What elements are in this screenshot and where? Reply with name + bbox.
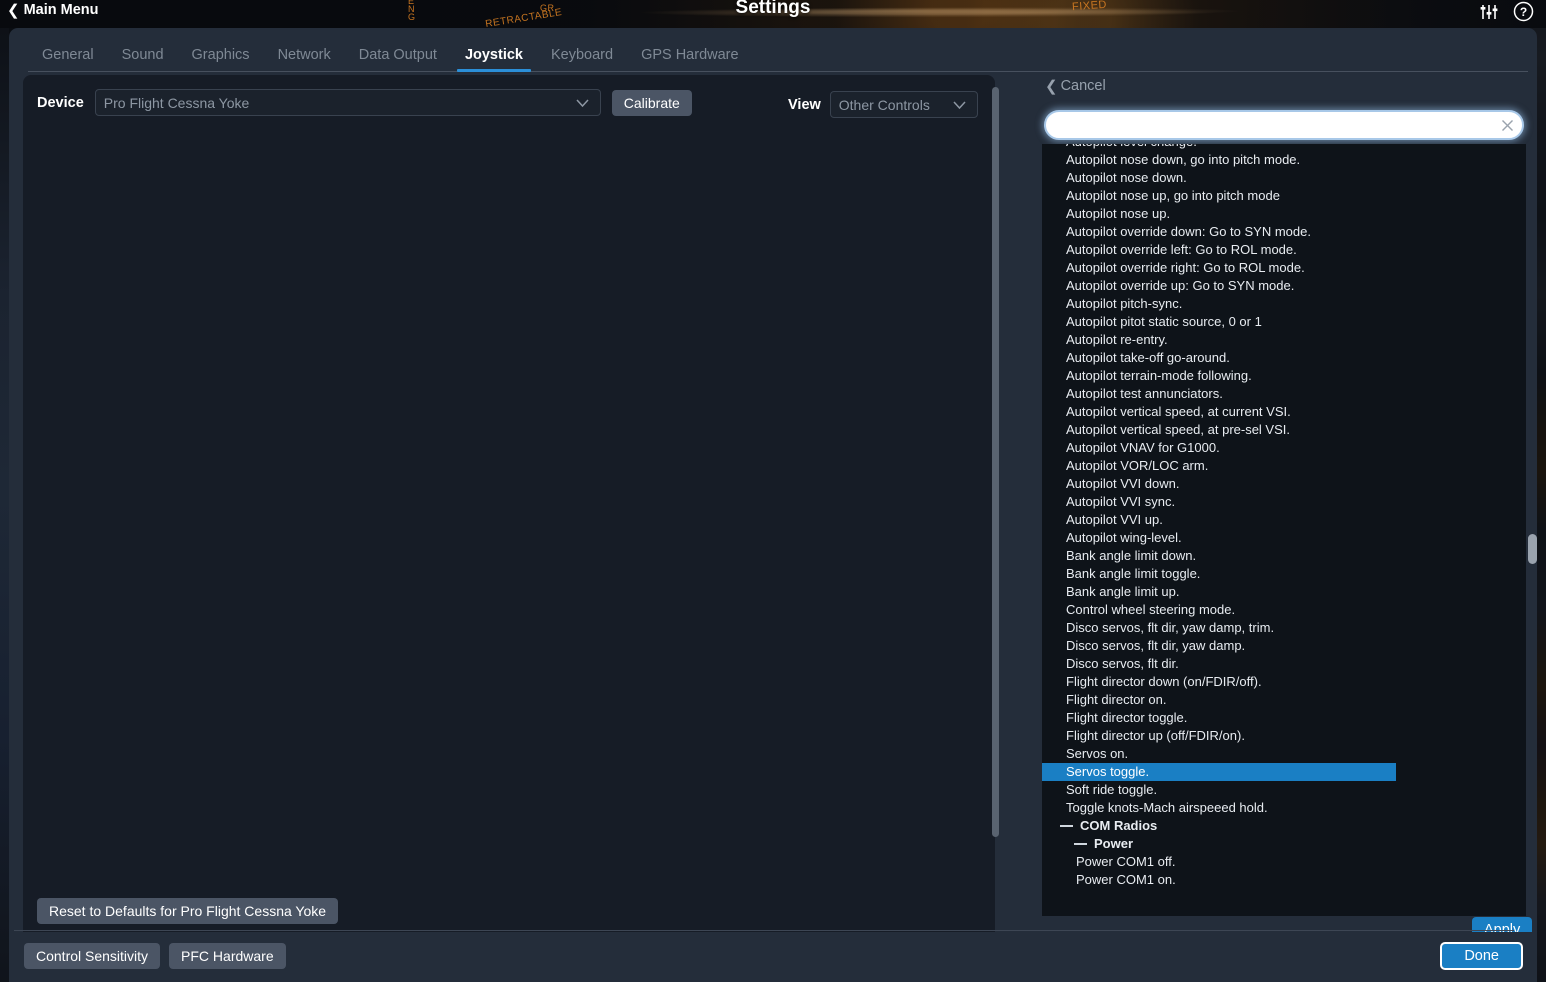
close-x-icon[interactable]: [1492, 117, 1522, 134]
tab-network[interactable]: Network: [264, 47, 345, 71]
bottom-bar: Control Sensitivity PFC Hardware Done: [9, 932, 1537, 982]
device-row: Device Pro Flight Cessna Yoke Calibrate: [37, 89, 692, 116]
device-dropdown[interactable]: Pro Flight Cessna Yoke: [94, 89, 601, 116]
sliders-icon[interactable]: [1479, 2, 1499, 22]
command-list-item[interactable]: Flight director toggle.: [1042, 709, 1526, 727]
command-list-item[interactable]: Autopilot test annunciators.: [1042, 385, 1526, 403]
cancel-label: Cancel: [1060, 78, 1106, 94]
command-list-item[interactable]: Autopilot nose down, go into pitch mode.: [1042, 151, 1526, 169]
command-list-item[interactable]: Disco servos, flt dir, yaw damp.: [1042, 637, 1526, 655]
command-list-item[interactable]: Autopilot nose up, go into pitch mode: [1042, 187, 1526, 205]
command-list-item[interactable]: Autopilot VVI sync.: [1042, 493, 1526, 511]
command-list-scrollbar[interactable]: [1527, 144, 1537, 916]
command-group-label: COM Radios: [1080, 818, 1158, 833]
command-list-item[interactable]: Autopilot nose up.: [1042, 205, 1526, 223]
command-list-item[interactable]: Servos on.: [1042, 745, 1526, 763]
command-list-inner: Autopilot level change.Autopilot nose do…: [1042, 144, 1526, 889]
command-list-item[interactable]: Autopilot level change.: [1042, 144, 1526, 151]
group-dash-icon: [1060, 825, 1073, 827]
command-list-item[interactable]: Bank angle limit up.: [1042, 583, 1526, 601]
command-picker: ❮ Cancel Autopilot level change.Autopilo…: [1025, 28, 1537, 966]
device-label: Device: [37, 94, 84, 111]
command-list-scrollbar-thumb[interactable]: [1528, 534, 1537, 564]
command-list-item[interactable]: Disco servos, flt dir, yaw damp, trim.: [1042, 619, 1526, 637]
view-dropdown[interactable]: Other Controls: [829, 91, 978, 118]
bottom-button-group: Control Sensitivity PFC Hardware: [24, 943, 286, 969]
chevron-down-icon: [951, 96, 968, 116]
command-list-item[interactable]: Flight director up (off/FDIR/on).: [1042, 727, 1526, 745]
command-list-item[interactable]: Autopilot wing-level.: [1042, 529, 1526, 547]
command-list-item[interactable]: Autopilot override down: Go to SYN mode.: [1042, 223, 1526, 241]
settings-panel: General Sound Graphics Network Data Outp…: [9, 28, 1537, 966]
command-list-item[interactable]: Autopilot pitch-sync.: [1042, 295, 1526, 313]
device-dropdown-value: Pro Flight Cessna Yoke: [103, 94, 250, 111]
calibrate-button[interactable]: Calibrate: [611, 89, 692, 116]
command-list-item[interactable]: Autopilot terrain-mode following.: [1042, 367, 1526, 385]
background-left-sliver: [0, 0, 9, 982]
command-list-item[interactable]: Autopilot VVI down.: [1042, 475, 1526, 493]
reset-to-defaults-button[interactable]: Reset to Defaults for Pro Flight Cessna …: [37, 898, 339, 924]
chevron-down-icon: [574, 94, 591, 114]
search-input[interactable]: [1046, 112, 1492, 138]
command-group-header[interactable]: COM Radios: [1042, 817, 1526, 835]
command-list-item[interactable]: Power COM1 on.: [1042, 871, 1526, 889]
command-list-item[interactable]: Autopilot pitot static source, 0 or 1: [1042, 313, 1526, 331]
title-bar: RETRACTABLE FIXED E N G GR ❮ Main Menu S…: [0, 0, 1546, 30]
command-search-field[interactable]: [1044, 110, 1524, 140]
tab-keyboard[interactable]: Keyboard: [537, 47, 627, 71]
command-list-item[interactable]: Control wheel steering mode.: [1042, 601, 1526, 619]
command-list-item-selected[interactable]: Servos toggle.: [1042, 763, 1396, 781]
joystick-settings-card: Device Pro Flight Cessna Yoke Calibrate …: [23, 75, 995, 946]
command-list-item[interactable]: Autopilot vertical speed, at current VSI…: [1042, 403, 1526, 421]
group-dash-icon: [1074, 843, 1087, 845]
done-button[interactable]: Done: [1440, 942, 1523, 970]
command-list-item[interactable]: Autopilot VVI up.: [1042, 511, 1526, 529]
tab-sound[interactable]: Sound: [108, 47, 178, 71]
page-title: Settings: [735, 0, 811, 18]
bottom-divider: [14, 930, 1514, 931]
settings-scrollbar[interactable]: [991, 80, 1000, 940]
help-circle-icon[interactable]: ?: [1513, 1, 1534, 22]
command-list-item[interactable]: Autopilot VNAV for G1000.: [1042, 439, 1526, 457]
command-list-item[interactable]: Autopilot override right: Go to ROL mode…: [1042, 259, 1526, 277]
command-list-item[interactable]: Autopilot override up: Go to SYN mode.: [1042, 277, 1526, 295]
tab-general[interactable]: General: [28, 47, 108, 71]
command-list-item[interactable]: Autopilot override left: Go to ROL mode.: [1042, 241, 1526, 259]
chevron-left-icon: ❮: [1045, 77, 1058, 95]
control-sensitivity-button[interactable]: Control Sensitivity: [24, 943, 161, 969]
cancel-button[interactable]: ❮ Cancel: [1045, 78, 1106, 94]
settings-scrollbar-thumb[interactable]: [992, 87, 999, 837]
top-icon-group: ?: [1479, 1, 1534, 22]
command-subgroup-label: Power: [1094, 836, 1134, 851]
tab-joystick[interactable]: Joystick: [451, 47, 537, 72]
command-list-item[interactable]: Autopilot VOR/LOC arm.: [1042, 457, 1526, 475]
command-list-item[interactable]: Power COM1 off.: [1042, 853, 1526, 871]
pfc-hardware-button[interactable]: PFC Hardware: [169, 943, 286, 969]
view-row: View Other Controls: [788, 91, 978, 118]
command-list-item[interactable]: Autopilot take-off go-around.: [1042, 349, 1526, 367]
command-list-item[interactable]: Toggle knots-Mach airspeeed hold.: [1042, 799, 1526, 817]
command-list-item[interactable]: Bank angle limit down.: [1042, 547, 1526, 565]
command-list-item[interactable]: Flight director on.: [1042, 691, 1526, 709]
command-list-item[interactable]: Disco servos, flt dir.: [1042, 655, 1526, 673]
command-list-item[interactable]: Autopilot re-entry.: [1042, 331, 1526, 349]
svg-text:?: ?: [1520, 5, 1527, 19]
command-list-item[interactable]: Autopilot nose down.: [1042, 169, 1526, 187]
command-list-item[interactable]: Flight director down (on/FDIR/off).: [1042, 673, 1526, 691]
tab-graphics[interactable]: Graphics: [178, 47, 264, 71]
command-list-item[interactable]: Soft ride toggle.: [1042, 781, 1526, 799]
view-dropdown-value: Other Controls: [838, 96, 930, 113]
command-list-item[interactable]: Autopilot vertical speed, at pre-sel VSI…: [1042, 421, 1526, 439]
command-list[interactable]: Autopilot level change.Autopilot nose do…: [1042, 144, 1526, 916]
command-list-item[interactable]: Bank angle limit toggle.: [1042, 565, 1526, 583]
command-subgroup-header[interactable]: Power: [1042, 835, 1526, 853]
view-label: View: [788, 96, 821, 113]
tab-gps-hardware[interactable]: GPS Hardware: [627, 47, 753, 71]
tab-data-output[interactable]: Data Output: [345, 47, 451, 71]
